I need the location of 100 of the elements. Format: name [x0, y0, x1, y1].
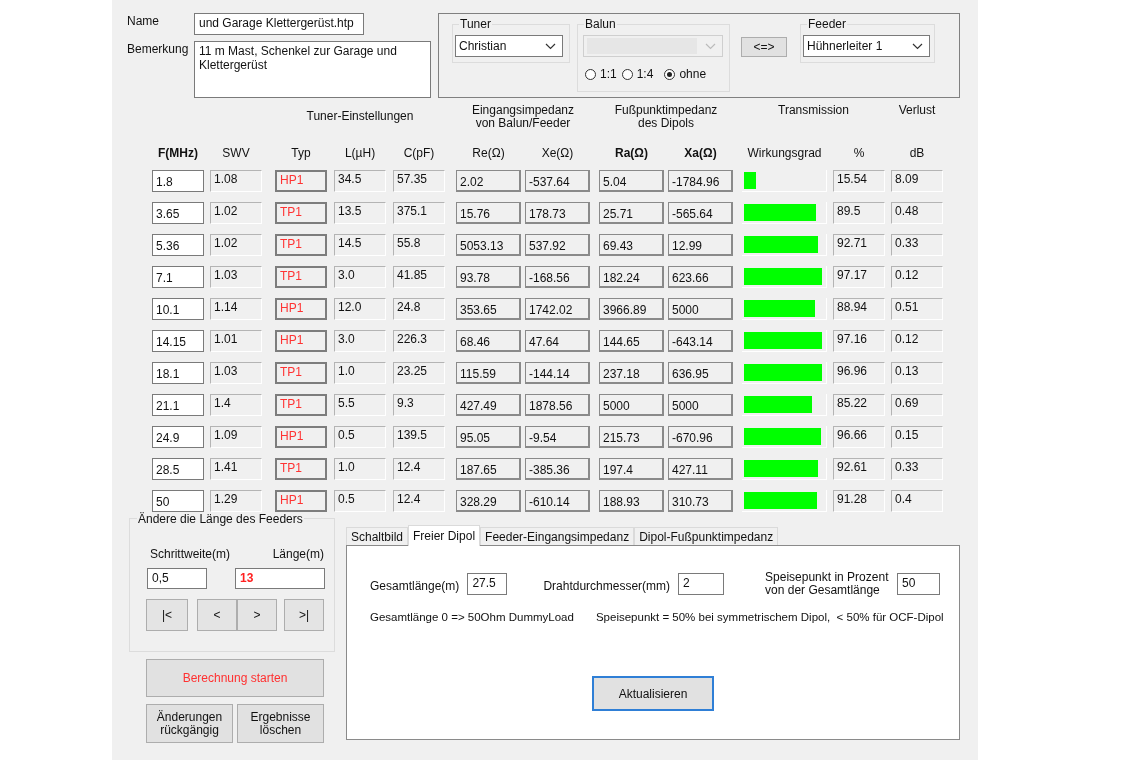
column-header: Ra(Ω): [615, 146, 648, 160]
tab[interactable]: Feeder-Eingangsimpedanz: [480, 527, 635, 545]
feed-reactance-cell: -1784.96: [668, 170, 733, 192]
feed-reactance-cell: 310.73: [668, 490, 733, 512]
frequency-field[interactable]: 21.1: [152, 394, 204, 416]
percent-cell: 96.96: [833, 362, 885, 384]
frequency-field[interactable]: 24.9: [152, 426, 204, 448]
feed-reactance-cell: 427.11: [668, 458, 733, 480]
step-label: Schrittweite(m): [150, 547, 230, 561]
feed-reactance-cell: 623.66: [668, 266, 733, 288]
step-button[interactable]: <: [197, 599, 237, 631]
loss-cell: 0.12: [891, 330, 943, 352]
input-reactance-cell: 1742.02: [525, 298, 590, 320]
percent-cell: 92.61: [833, 458, 885, 480]
name-field[interactable]: und Garage Klettergerüst.htp: [194, 13, 364, 35]
column-header: Re(Ω): [472, 146, 505, 160]
feed-reactance-cell: -643.14: [668, 330, 733, 352]
frequency-field[interactable]: 7.1: [152, 266, 204, 288]
group-header: Fußpunktimpedanz des Dipols: [613, 104, 719, 130]
total-length-field[interactable]: 27.5: [467, 573, 508, 595]
percent-cell: 91.28: [833, 490, 885, 512]
input-reactance-cell: -9.54: [525, 426, 590, 448]
tuner-dropdown[interactable]: Christian: [455, 35, 563, 57]
input-resistance-cell: 2.02: [456, 170, 521, 192]
capacitance-cell: 57.35: [393, 170, 445, 192]
input-reactance-cell: 178.73: [525, 202, 590, 224]
feed-reactance-cell: 5000: [668, 298, 733, 320]
inductance-cell: 3.0: [334, 330, 386, 352]
frequency-field[interactable]: 28.5: [152, 458, 204, 480]
percent-cell: 89.5: [833, 202, 885, 224]
swr-cell: 1.03: [210, 362, 262, 384]
feed-point-field[interactable]: 50: [897, 573, 941, 595]
frequency-field[interactable]: 18.1: [152, 362, 204, 384]
percent-cell: 96.66: [833, 426, 885, 448]
frequency-field[interactable]: 50: [152, 490, 204, 512]
length-label: Länge(m): [272, 547, 324, 561]
tab[interactable]: Schaltbild: [346, 527, 409, 545]
frequency-field[interactable]: 5.36: [152, 234, 204, 256]
input-reactance-cell: -144.14: [525, 362, 590, 384]
feed-point-label: Speisepunkt in Prozent von der Gesamtlänge: [765, 571, 890, 597]
column-header: %: [853, 146, 865, 160]
capacitance-cell: 23.25: [393, 362, 445, 384]
capacitance-cell: 226.3: [393, 330, 445, 352]
feed-reactance-cell: 12.99: [668, 234, 733, 256]
frequency-field[interactable]: 1.8: [152, 170, 204, 192]
column-header: F(MHz): [158, 146, 198, 160]
input-resistance-cell: 115.59: [456, 362, 521, 384]
step-button[interactable]: >: [237, 599, 277, 631]
type-cell: TP1: [275, 362, 327, 384]
feeder-dropdown[interactable]: Hühnerleiter 1: [803, 35, 930, 57]
capacitance-cell: 9.3: [393, 394, 445, 416]
swr-cell: 1.02: [210, 202, 262, 224]
loss-cell: 0.33: [891, 458, 943, 480]
group-header: Transmission: [778, 104, 849, 117]
feed-resistance-cell: 197.4: [599, 458, 664, 480]
frequency-field[interactable]: 3.65: [152, 202, 204, 224]
swr-cell: 1.09: [210, 426, 262, 448]
frequency-field[interactable]: 14.15: [152, 330, 204, 352]
loss-cell: 0.48: [891, 202, 943, 224]
percent-cell: 85.22: [833, 394, 885, 416]
column-header: SWV: [222, 146, 250, 160]
feed-reactance-cell: -670.96: [668, 426, 733, 448]
length-field[interactable]: 13: [235, 568, 325, 589]
capacitance-cell: 139.5: [393, 426, 445, 448]
tab[interactable]: Dipol-Fußpunktimpedanz: [634, 527, 779, 545]
update-button[interactable]: Aktualisieren: [592, 676, 714, 711]
total-length-label: Gesamtlänge(m): [370, 579, 460, 593]
inductance-cell: 12.0: [334, 298, 386, 320]
inductance-cell: 13.5: [334, 202, 386, 224]
wire-diameter-field[interactable]: 2: [678, 573, 725, 595]
remark-label: Bemerkung: [127, 42, 190, 56]
inductance-cell: 3.0: [334, 266, 386, 288]
feeder-label: Feeder: [807, 17, 848, 31]
input-resistance-cell: 95.05: [456, 426, 521, 448]
feed-resistance-cell: 144.65: [599, 330, 664, 352]
percent-cell: 88.94: [833, 298, 885, 320]
swr-cell: 1.4: [210, 394, 262, 416]
capacitance-cell: 41.85: [393, 266, 445, 288]
column-header: L(µH): [344, 146, 376, 160]
undo-button[interactable]: Änderungen rückgängig: [146, 704, 233, 743]
swap-button[interactable]: <=>: [741, 37, 787, 57]
type-cell: TP1: [275, 202, 327, 224]
remark-field[interactable]: 11 m Mast, Schenkel zur Garage und Klettergerüst: [194, 41, 431, 98]
step-button[interactable]: |<: [146, 599, 188, 631]
tab[interactable]: Freier Dipol: [408, 525, 481, 546]
loss-cell: 8.09: [891, 170, 943, 192]
frequency-field[interactable]: 10.1: [152, 298, 204, 320]
step-field[interactable]: 0,5: [147, 568, 207, 589]
feed-resistance-cell: 188.93: [599, 490, 664, 512]
loss-cell: 0.13: [891, 362, 943, 384]
feed-reactance-cell: -565.64: [668, 202, 733, 224]
percent-cell: 15.54: [833, 170, 885, 192]
input-resistance-cell: 353.65: [456, 298, 521, 320]
input-resistance-cell: 427.49: [456, 394, 521, 416]
input-resistance-cell: 68.46: [456, 330, 521, 352]
inductance-cell: 0.5: [334, 490, 386, 512]
column-header: C(pF): [403, 146, 435, 160]
feed-reactance-cell: 636.95: [668, 362, 733, 384]
clear-button[interactable]: Ergebnisse löschen: [237, 704, 324, 743]
step-button[interactable]: >|: [284, 599, 324, 631]
